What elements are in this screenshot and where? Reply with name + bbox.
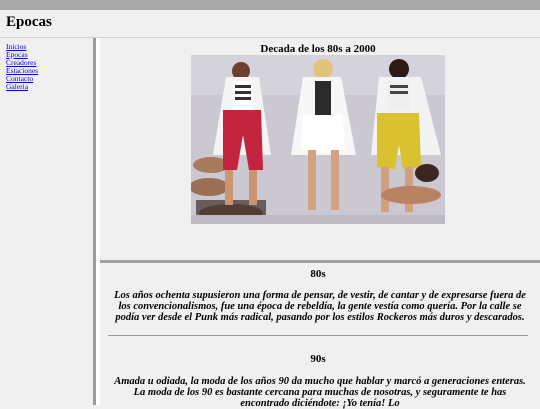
section-text-90s: Amada u odiada, la moda de los años 90 d… [114, 376, 526, 409]
section-title-80s: 80s [310, 268, 326, 280]
fashion-photo [191, 55, 445, 224]
gallery-title: Decada de los 80s a 2000 [260, 43, 376, 55]
section-rule [108, 335, 528, 336]
section-title-90s: 90s [310, 353, 326, 365]
sidebar-nav: Inicios Epocas Creadores Estaciones Cont… [0, 38, 93, 405]
main-content: Decada de los 80s a 2000 80s Los años oc… [100, 38, 540, 409]
top-bar [0, 0, 540, 10]
fashion-photo-image [191, 55, 445, 224]
nav-link-galeria[interactable]: Galeria [6, 82, 28, 91]
site-title: Epocas [6, 14, 52, 30]
section-text-80s: Los años ochenta supusieron una forma de… [114, 290, 526, 323]
section-divider [100, 260, 540, 263]
page-header: Epocas [0, 10, 540, 38]
sidebar-item-galeria: Galeria [6, 83, 93, 91]
